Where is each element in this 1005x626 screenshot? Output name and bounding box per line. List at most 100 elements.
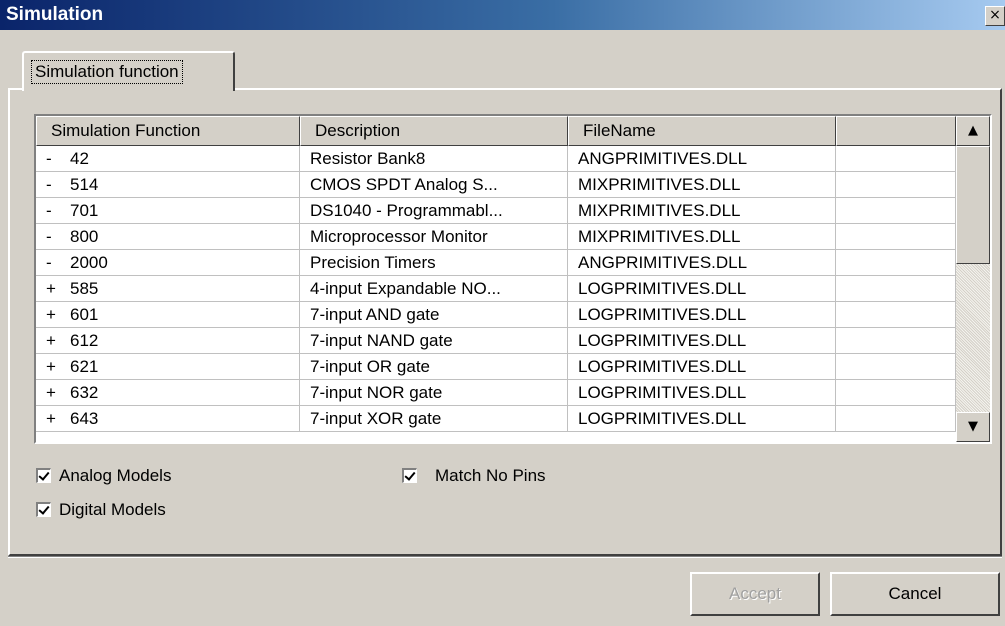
cell-empty: [836, 276, 956, 302]
column-header-description[interactable]: Description: [300, 116, 568, 146]
expand-sign: -: [46, 149, 52, 168]
function-number: 621: [70, 357, 99, 376]
checkbox-checked-icon: [36, 468, 51, 483]
table-row[interactable]: +601 7-input AND gate LOGPRIMITIVES.DLL: [36, 302, 956, 328]
function-number: 2000: [70, 253, 108, 272]
cell-filename: LOGPRIMITIVES.DLL: [568, 302, 836, 328]
digital-models-checkbox[interactable]: Digital Models: [36, 500, 166, 520]
scroll-thumb[interactable]: [956, 146, 990, 264]
table-row[interactable]: +632 7-input NOR gate LOGPRIMITIVES.DLL: [36, 380, 956, 406]
cell-simulation-function: +632: [36, 380, 300, 406]
table-row[interactable]: -800 Microprocessor Monitor MIXPRIMITIVES.…: [36, 224, 956, 250]
digital-models-label: Digital Models: [59, 500, 166, 519]
cell-empty: [836, 406, 956, 432]
cell-description: 7-input NAND gate: [300, 328, 568, 354]
cell-description: 7-input OR gate: [300, 354, 568, 380]
tab-simulation-function[interactable]: Simulation function: [22, 51, 235, 91]
checkbox-checked-icon: [36, 502, 51, 517]
cell-filename: LOGPRIMITIVES.DLL: [568, 328, 836, 354]
function-number: 585: [70, 279, 99, 298]
cell-filename: LOGPRIMITIVES.DLL: [568, 406, 836, 432]
cell-empty: [836, 198, 956, 224]
table-row[interactable]: +585 4-input Expandable NO... LOGPRIMITIVE…: [36, 276, 956, 302]
match-no-pins-checkbox[interactable]: Match No Pins: [402, 466, 546, 486]
expand-sign: -: [46, 227, 52, 246]
scroll-down-button[interactable]: ▼: [956, 412, 990, 442]
cell-empty: [836, 224, 956, 250]
function-number: 632: [70, 383, 99, 402]
function-number: 800: [70, 227, 99, 246]
expand-sign: +: [46, 409, 56, 428]
analog-models-checkbox[interactable]: Analog Models: [36, 466, 171, 486]
window-title: Simulation: [6, 4, 104, 25]
close-button[interactable]: ×: [985, 6, 1005, 26]
cell-description: DS1040 - Programmabl...: [300, 198, 568, 224]
function-number: 643: [70, 409, 99, 428]
cell-simulation-function: +601: [36, 302, 300, 328]
cell-description: Precision Timers: [300, 250, 568, 276]
cell-simulation-function: +612: [36, 328, 300, 354]
cell-simulation-function: -2000: [36, 250, 300, 276]
table-row[interactable]: -514 CMOS SPDT Analog S... MIXPRIMITIVES.D…: [36, 172, 956, 198]
cell-empty: [836, 146, 956, 172]
arrow-down-icon: ▼: [968, 419, 978, 434]
expand-sign: +: [46, 357, 56, 376]
expand-sign: -: [46, 253, 52, 272]
vertical-scrollbar[interactable]: ▲ ▼: [956, 116, 990, 442]
cell-simulation-function: +585: [36, 276, 300, 302]
function-number: 701: [70, 201, 99, 220]
cell-empty: [836, 302, 956, 328]
cell-description: Resistor Bank8: [300, 146, 568, 172]
function-number: 514: [70, 175, 99, 194]
cell-description: 4-input Expandable NO...: [300, 276, 568, 302]
expand-sign: -: [46, 175, 52, 194]
cell-description: 7-input NOR gate: [300, 380, 568, 406]
cell-simulation-function: -514: [36, 172, 300, 198]
column-header-empty[interactable]: [836, 116, 956, 146]
cell-filename: ANGPRIMITIVES.DLL: [568, 250, 836, 276]
function-number: 42: [70, 149, 89, 168]
table-row[interactable]: -2000 Precision Timers ANGPRIMITIVES.DLL: [36, 250, 956, 276]
cell-description: CMOS SPDT Analog S...: [300, 172, 568, 198]
arrow-up-icon: ▲: [968, 123, 978, 138]
cell-filename: MIXPRIMITIVES.DLL: [568, 224, 836, 250]
cell-description: 7-input AND gate: [300, 302, 568, 328]
cell-filename: LOGPRIMITIVES.DLL: [568, 380, 836, 406]
cell-empty: [836, 172, 956, 198]
cell-simulation-function: +643: [36, 406, 300, 432]
accept-button[interactable]: Accept: [690, 572, 820, 616]
column-header-simulation-function[interactable]: Simulation Function: [36, 116, 300, 146]
cell-filename: LOGPRIMITIVES.DLL: [568, 276, 836, 302]
cancel-button[interactable]: Cancel: [830, 572, 1000, 616]
match-no-pins-label: Match No Pins: [435, 466, 546, 485]
function-number: 601: [70, 305, 99, 324]
cell-description: Microprocessor Monitor: [300, 224, 568, 250]
cell-description: 7-input XOR gate: [300, 406, 568, 432]
expand-sign: -: [46, 201, 52, 220]
simulation-function-list[interactable]: Simulation Function Description FileName…: [34, 114, 992, 444]
cell-filename: MIXPRIMITIVES.DLL: [568, 198, 836, 224]
column-header-filename[interactable]: FileName: [568, 116, 836, 146]
tab-label: Simulation function: [31, 60, 183, 84]
cell-simulation-function: +621: [36, 354, 300, 380]
analog-models-label: Analog Models: [59, 466, 172, 485]
table-row[interactable]: +612 7-input NAND gate LOGPRIMITIVES.DLL: [36, 328, 956, 354]
cell-simulation-function: -701: [36, 198, 300, 224]
title-bar: Simulation ×: [0, 0, 1005, 30]
expand-sign: +: [46, 305, 56, 324]
scroll-up-button[interactable]: ▲: [956, 116, 990, 146]
cell-empty: [836, 354, 956, 380]
cell-filename: LOGPRIMITIVES.DLL: [568, 354, 836, 380]
list-header: Simulation Function Description FileName: [36, 116, 956, 146]
close-icon: ×: [989, 7, 1001, 23]
checkbox-checked-icon: [402, 468, 417, 483]
cell-empty: [836, 380, 956, 406]
cell-filename: MIXPRIMITIVES.DLL: [568, 172, 836, 198]
expand-sign: +: [46, 331, 56, 350]
table-row[interactable]: +643 7-input XOR gate LOGPRIMITIVES.DLL: [36, 406, 956, 432]
table-row[interactable]: -42 Resistor Bank8 ANGPRIMITIVES.DLL: [36, 146, 956, 172]
separator: [8, 556, 1002, 558]
table-row[interactable]: +621 7-input OR gate LOGPRIMITIVES.DLL: [36, 354, 956, 380]
table-row[interactable]: -701 DS1040 - Programmabl... MIXPRIMITIVES…: [36, 198, 956, 224]
cell-filename: ANGPRIMITIVES.DLL: [568, 146, 836, 172]
